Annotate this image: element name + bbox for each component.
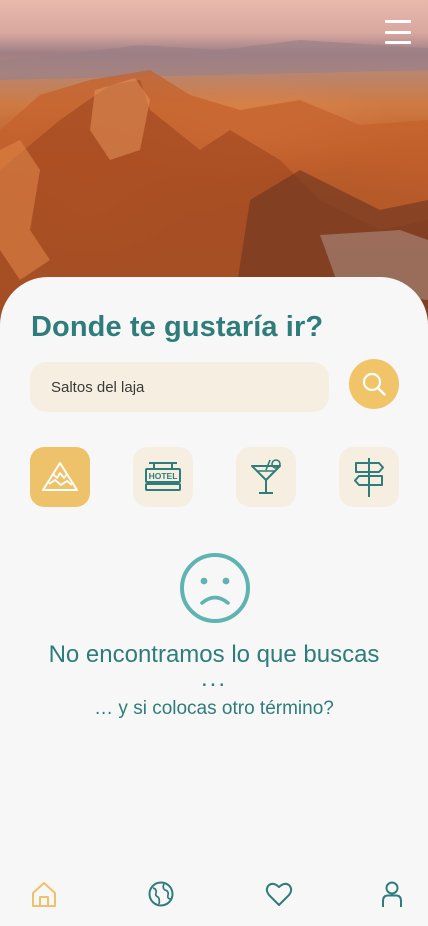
hotel-sign-icon: HOTEL: [145, 462, 181, 491]
category-hotel-button[interactable]: HOTEL: [133, 447, 193, 507]
heart-icon: [265, 882, 293, 906]
home-icon: [32, 882, 56, 907]
sad-face-icon: [180, 553, 250, 623]
search-icon: [362, 372, 386, 396]
search-button[interactable]: [349, 359, 399, 409]
empty-state-dots: ...: [200, 665, 227, 692]
cocktail-icon: [251, 459, 281, 494]
hamburger-menu-icon: [385, 20, 411, 23]
nav-explore[interactable]: [146, 879, 176, 909]
globe-icon: [148, 881, 174, 907]
nav-favorites[interactable]: [264, 879, 294, 909]
user-icon: [382, 881, 402, 907]
signpost-icon: [354, 458, 384, 497]
category-routes-button[interactable]: [339, 447, 399, 507]
nav-home[interactable]: [29, 879, 59, 909]
page-title: Donde te gustaría ir?: [31, 311, 324, 343]
category-bars-button[interactable]: [236, 447, 296, 507]
search-input[interactable]: [30, 362, 329, 412]
category-nature-button[interactable]: [30, 447, 90, 507]
menu-button[interactable]: [385, 20, 411, 44]
hotel-sign-text: HOTEL: [149, 471, 178, 481]
nav-profile[interactable]: [377, 879, 407, 909]
empty-state-subtitle: … y si colocas otro término?: [94, 698, 334, 719]
mountain-icon: [42, 462, 78, 491]
